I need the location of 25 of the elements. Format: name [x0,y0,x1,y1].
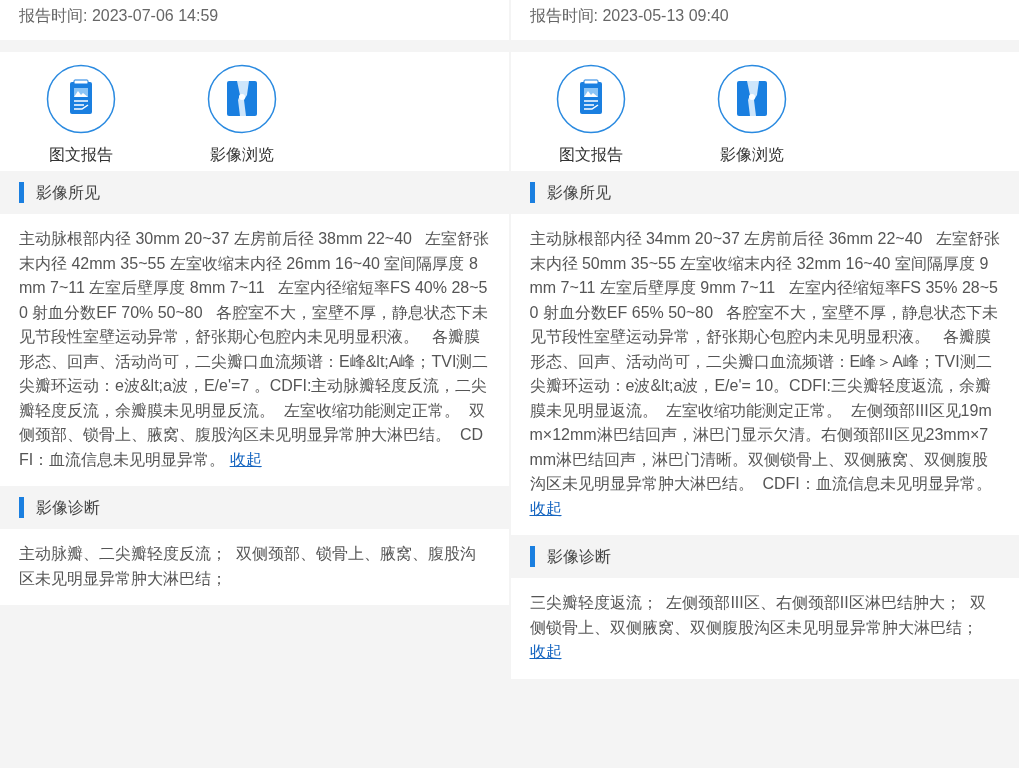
section-title: 影像诊断 [546,546,611,567]
section-marker [529,182,535,203]
section-title: 影像诊断 [36,497,100,518]
section-text: 主动脉瓣、二尖瓣轻度反流； 双侧颈部、锁骨上、腋窝、腹股沟区未见明显异常肿大淋巴结； [0,529,509,605]
image-report-button[interactable]: 图文报告 [510,64,672,166]
section-marker [529,546,535,567]
image-report-button[interactable]: 图文报告 [0,64,161,166]
xray-icon [717,64,787,134]
section-text: 三尖瓣轻度返流； 左侧颈部III区、右侧颈部II区淋巴结肿大； 双侧锁骨上、双侧腋窝、双侧腹股沟区未见明显异常肿大淋巴结； 收起 [510,578,1019,679]
clipboard-icon [45,64,116,134]
collapse-link[interactable]: 收起 [529,643,562,660]
section-text: 主动脉根部内径 34mm 20~37 左房前后径 36mm 22~40 左室舒张末内径 50mm 35~55 左室收缩末内径 32mm 16~40 室间隔厚度 9mm 7~11 左室后壁厚度 9mm 7~11 左室内径缩短率FS 35% 28~50 射血分数EF 65% 50~80 各腔室不大，室壁不厚，静息状态下未见节段性室壁运动异常，舒张期心包腔内未见明显积液。 各瓣膜形态、回声、活动尚可，二尖瓣口血流频谱：E峰＞A峰；TVI测二尖瓣环运动：e波&lt;a波，E/e'= 10。CDFI:三尖瓣轻度返流，余瓣膜未见明显返流。 左室收缩功能测定正常。 左侧颈部III区见19mm×12mm淋巴结回声，淋巴门显示欠清。右侧颈部II区见23mm×7mm淋巴结回声，淋巴门清晰。双侧锁骨上、双侧腋窝、双侧腹股沟区未见明显异常肿大淋巴结。 CDFI：血流信息未见明显异常。 收起 [510,214,1019,535]
image-browse-button[interactable]: 影像浏览 [161,64,322,166]
collapse-link[interactable]: 收起 [229,450,262,468]
report-time: 报告时间: 2023-05-13 09:40 [510,0,1019,40]
section-title: 影像所见 [36,182,100,203]
xray-icon [206,64,277,134]
section-marker [19,497,24,518]
clipboard-icon [556,64,626,134]
section-marker [19,182,24,203]
report-time: 报告时间: 2023-07-06 14:59 [0,0,509,40]
section-text: 主动脉根部内径 30mm 20~37 左房前后径 38mm 22~40 左室舒张末内径 42mm 35~55 左室收缩末内径 26mm 16~40 室间隔厚度 8mm 7~11 左室后壁厚度 8mm 7~11 左室内径缩短率FS 40% 28~50 射血分数EF 70% 50~80 各腔室不大，室壁不厚，静息状态下未见节段性室壁运动异常，舒张期心包腔内未见明显积液。 各瓣膜形态、回声、活动尚可，二尖瓣口血流频谱：E峰&lt;A峰；TVI测二尖瓣环运动：e波&lt;a波，E/e'=7 。CDFI:主动脉瓣轻度反流，二尖瓣轻度反流，余瓣膜未见明显反流。 左室收缩功能测定正常。 双侧颈部、锁骨上、腋窝、腹股沟区未见明显异常肿大淋巴结。 CDFI：血流信息未见明显异常。 收起 [0,214,509,486]
collapse-link[interactable]: 收起 [529,499,562,517]
image-browse-button[interactable]: 影像浏览 [671,64,833,166]
section-title: 影像所见 [546,182,611,203]
